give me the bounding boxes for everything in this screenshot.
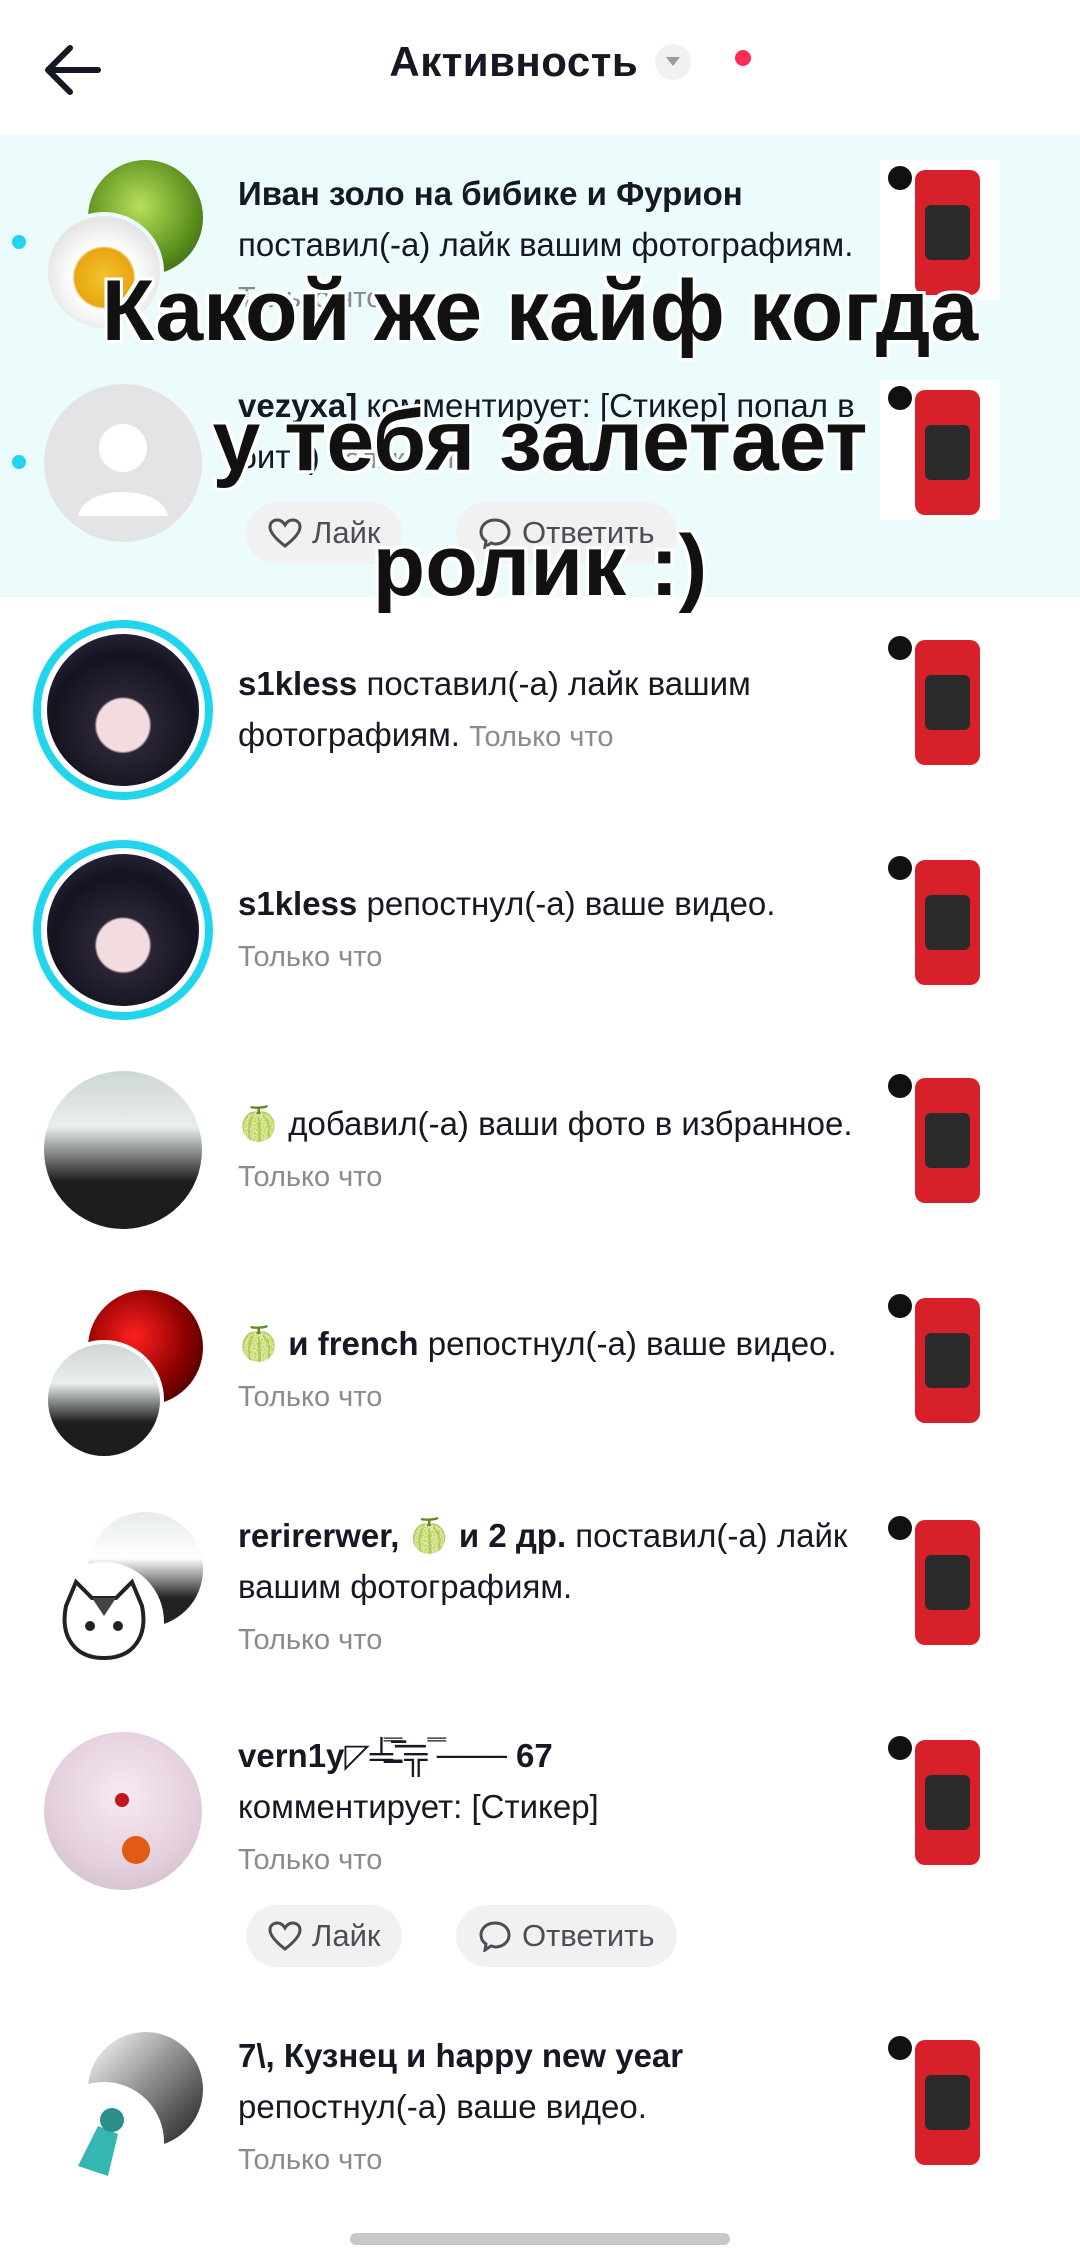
avatar[interactable] bbox=[44, 1340, 164, 1460]
heart-icon bbox=[268, 1921, 302, 1951]
avatar[interactable] bbox=[44, 2082, 164, 2202]
header-bar: Активность bbox=[0, 0, 1080, 140]
action-text: комментирует: [Стикер] bbox=[238, 1788, 599, 1825]
timestamp: Только что bbox=[238, 1844, 383, 1876]
username[interactable]: rerirerwer, 🍈 и 2 др. bbox=[238, 1517, 566, 1554]
timestamp: Только что bbox=[238, 1381, 383, 1413]
like-label: Лайк bbox=[312, 1918, 381, 1953]
username[interactable]: 7\, Кузнец и happy new year bbox=[238, 2037, 683, 2074]
avatar[interactable] bbox=[47, 854, 199, 1006]
username[interactable]: vern1y◸╧̶̿‾͞╦ ̿─── 67 bbox=[238, 1737, 553, 1774]
username[interactable]: s1kless bbox=[238, 665, 357, 702]
title-dropdown[interactable]: Активность bbox=[0, 38, 1080, 108]
notification-text: 🍈 добавил(-а) ваши фото в избранное. Тол… bbox=[238, 1098, 878, 1203]
timestamp: Только что bbox=[469, 721, 614, 753]
notification-row[interactable]: s1kless поставил(-а) лайк вашим фотограф… bbox=[0, 620, 1080, 800]
post-thumbnail[interactable] bbox=[880, 630, 1000, 770]
avatar[interactable] bbox=[44, 1071, 202, 1229]
notification-text: s1kless поставил(-а) лайк вашим фотограф… bbox=[238, 658, 878, 763]
notification-row[interactable]: 7\, Кузнец и happy new year репостнул(-а… bbox=[0, 2030, 1080, 2210]
chevron-down-icon bbox=[654, 44, 691, 80]
action-text: репостнул(-а) ваше видео. bbox=[418, 1325, 837, 1362]
cat-icon bbox=[62, 1578, 146, 1661]
notification-text: 🍈 и french репостнул(-а) ваше видео. Тол… bbox=[238, 1318, 878, 1423]
home-indicator[interactable] bbox=[350, 2233, 730, 2245]
post-thumbnail[interactable] bbox=[880, 2030, 1000, 2170]
action-text: репостнул(-а) ваше видео. bbox=[357, 885, 776, 922]
notification-row[interactable]: 🍈 добавил(-а) ваши фото в избранное. Тол… bbox=[0, 1068, 1080, 1238]
notification-row[interactable]: rerirerwer, 🍈 и 2 др. поставил(-а) лайк … bbox=[0, 1510, 1080, 1710]
notification-dot bbox=[735, 50, 751, 66]
action-text: добавил(-а) ваши фото в избранное. bbox=[279, 1105, 853, 1142]
action-text: репостнул(-а) ваше видео. bbox=[238, 2088, 647, 2125]
notification-text: vern1y◸╧̶̿‾͞╦ ̿─── 67 комментирует: [Сти… bbox=[238, 1730, 878, 1886]
notification-text: 7\, Кузнец и happy new year репостнул(-а… bbox=[238, 2030, 878, 2186]
reply-label: Ответить bbox=[522, 1918, 655, 1953]
notification-row[interactable]: 🍈 и french репостнул(-а) ваше видео. Тол… bbox=[0, 1288, 1080, 1460]
page-title: Активность bbox=[389, 38, 639, 85]
timestamp: Только что bbox=[238, 1624, 383, 1656]
post-thumbnail[interactable] bbox=[880, 1730, 1000, 1870]
username[interactable]: Иван золо на бибике и Фурион bbox=[238, 175, 743, 212]
like-button[interactable]: Лайк bbox=[246, 1905, 403, 1967]
timestamp: Только что bbox=[238, 2144, 383, 2176]
unread-indicator bbox=[12, 235, 26, 249]
timestamp: Только что bbox=[238, 1161, 383, 1193]
caption-line-1: Какой же кайф когда bbox=[101, 263, 979, 359]
comment-icon bbox=[479, 1921, 511, 1952]
username[interactable]: 🍈 и french bbox=[238, 1325, 419, 1362]
caption-line-2: у тебя залетает bbox=[212, 393, 868, 489]
username[interactable]: s1kless bbox=[238, 885, 357, 922]
post-thumbnail[interactable] bbox=[880, 850, 1000, 990]
caption-line-3: ролик :) bbox=[372, 518, 708, 614]
reply-button[interactable]: Ответить bbox=[456, 1905, 677, 1967]
avatar[interactable] bbox=[44, 1562, 164, 1682]
notification-row[interactable]: s1kless репостнул(-а) ваше видео. Только … bbox=[0, 840, 1080, 1020]
username[interactable]: 🍈 bbox=[238, 1105, 279, 1142]
avatar[interactable] bbox=[47, 634, 199, 786]
notification-text: s1kless репостнул(-а) ваше видео. Только … bbox=[238, 878, 878, 983]
notification-row[interactable]: vern1y◸╧̶̿‾͞╦ ̿─── 67 комментирует: [Сти… bbox=[0, 1730, 1080, 1980]
timestamp: Только что bbox=[238, 941, 383, 973]
post-thumbnail[interactable] bbox=[880, 1510, 1000, 1650]
notification-text: rerirerwer, 🍈 и 2 др. поставил(-а) лайк … bbox=[238, 1510, 878, 1666]
avatar[interactable] bbox=[44, 1732, 202, 1890]
post-thumbnail[interactable] bbox=[880, 1068, 1000, 1208]
post-thumbnail[interactable] bbox=[880, 1288, 1000, 1428]
